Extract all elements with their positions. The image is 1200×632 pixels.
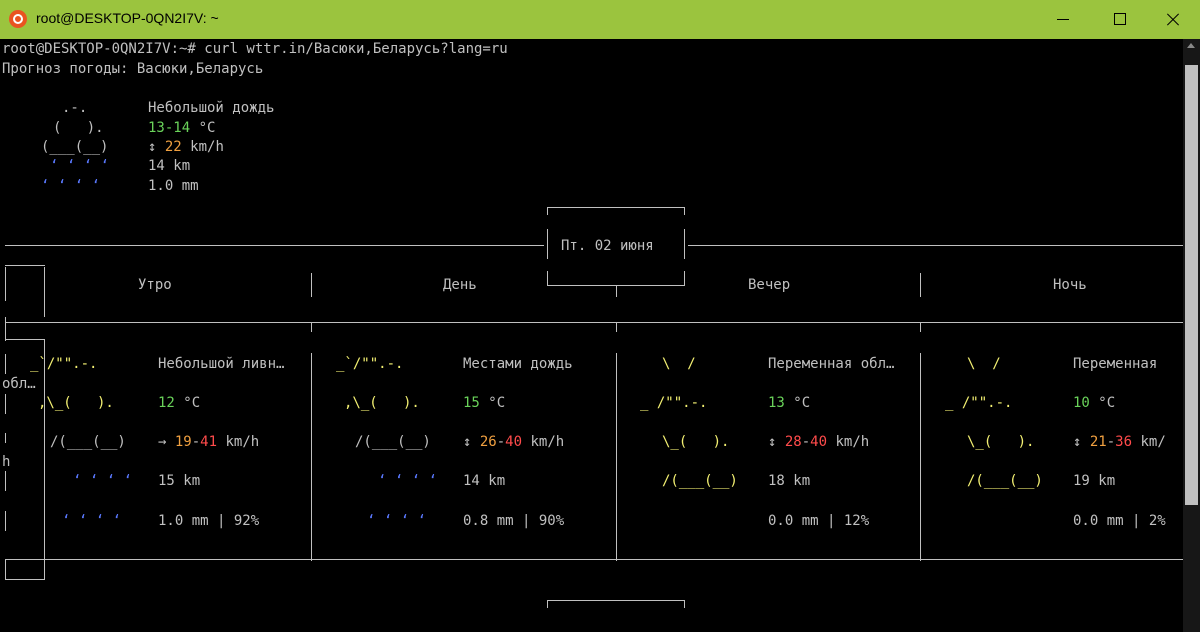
day-precip: 0.8 mm | 90% — [463, 513, 565, 529]
morning-art-line-3: /(___(__) — [50, 434, 126, 450]
day-label: Пт. 02 июня — [561, 238, 654, 254]
period-header-night: Ночь — [1053, 277, 1087, 293]
current-visibility: 14 km — [148, 158, 191, 174]
morning-art-line-4: ‘ ‘ ‘ ‘ — [73, 473, 133, 489]
command-prompt: root@DESKTOP-0QN2I7V:~# curl wttr.in/Вас… — [2, 41, 508, 57]
current-condition: Небольшой дождь — [148, 100, 275, 116]
current-precip: 1.0 mm — [148, 178, 199, 194]
forecast-title: Прогноз погоды: Васюки,Беларусь — [2, 61, 264, 77]
night-art-line-1: \ / — [967, 356, 1001, 372]
wind-direction-icon: ↕ — [148, 139, 157, 155]
morning-art-line-1: _`/"".-. — [30, 356, 98, 372]
day-art-line-1: _`/"".-. — [336, 356, 404, 372]
scroll-up-icon[interactable] — [1187, 43, 1195, 48]
evening-art-line-3: \_( ). — [662, 434, 730, 450]
evening-condition: Переменная обл… — [768, 356, 895, 372]
minimize-button[interactable] — [1038, 0, 1088, 39]
day-art-line-3: /(___(__) — [355, 434, 431, 450]
morning-temp: 12 °C — [158, 395, 201, 411]
maximize-button[interactable] — [1094, 0, 1144, 39]
ubuntu-icon — [9, 10, 27, 28]
day-wind: ↕ 26-40 km/h — [463, 434, 565, 450]
period-header-evening: Вечер — [748, 277, 791, 293]
terminal-output[interactable]: root@DESKTOP-0QN2I7V:~# curl wttr.in/Вас… — [0, 39, 1183, 632]
wind-direction-icon: ↕ — [463, 434, 472, 450]
evening-art-line-2: _ /"".-. — [640, 395, 708, 411]
day-temp: 15 °C — [463, 395, 506, 411]
current-art-line-4: ‘ ‘ ‘ ‘ — [50, 158, 110, 174]
wind-arrow-icon: → — [158, 434, 167, 450]
day-art-line-2: ,\_( ). — [344, 395, 420, 411]
night-art-line-4: /(___(__) — [967, 473, 1043, 489]
current-wind: ↕ 22 km/h — [148, 139, 224, 155]
wrapped-wind-fragment: h — [2, 454, 11, 470]
night-wind: ↕ 21-36 km/ — [1073, 434, 1166, 450]
wind-direction-icon: ↕ — [1073, 434, 1082, 450]
current-temp: 13-14 °C — [148, 120, 216, 136]
evening-precip: 0.0 mm | 12% — [768, 513, 870, 529]
evening-art-line-1: \ / — [662, 356, 696, 372]
close-button[interactable] — [1148, 0, 1198, 39]
day-visibility: 14 km — [463, 473, 506, 489]
morning-wind: → 19-41 km/h — [158, 434, 260, 450]
evening-visibility: 18 km — [768, 473, 811, 489]
current-art-line-5: ‘ ‘ ‘ ‘ — [41, 178, 101, 194]
day-condition: Местами дождь — [463, 356, 573, 372]
current-art-line-2: ( ). — [53, 120, 104, 136]
night-temp: 10 °C — [1073, 395, 1116, 411]
night-art-line-3: \_( ). — [967, 434, 1035, 450]
morning-art-line-5: ‘ ‘ ‘ ‘ — [62, 513, 122, 529]
current-art-line-1: .-. — [62, 100, 88, 116]
morning-precip: 1.0 mm | 92% — [158, 513, 260, 529]
wind-direction-icon: ↕ — [768, 434, 777, 450]
evening-temp: 13 °C — [768, 395, 811, 411]
morning-art-line-2: ,\_( ). — [38, 395, 114, 411]
night-condition: Переменная — [1073, 356, 1158, 372]
window-title: root@DESKTOP-0QN2I7V: ~ — [36, 10, 219, 26]
day-art-line-5: ‘ ‘ ‘ ‘ — [367, 513, 427, 529]
night-precip: 0.0 mm | 2% — [1073, 513, 1166, 529]
night-visibility: 19 km — [1073, 473, 1116, 489]
scrollbar-thumb[interactable] — [1185, 65, 1198, 505]
current-art-line-3: (___(__) — [41, 139, 109, 155]
wrapped-condition-fragment: обл… — [2, 376, 36, 392]
period-header-day: День — [443, 277, 477, 293]
evening-wind: ↕ 28-40 km/h — [768, 434, 870, 450]
morning-condition: Небольшой ливн… — [158, 356, 285, 372]
morning-visibility: 15 km — [158, 473, 201, 489]
vertical-scrollbar[interactable] — [1183, 39, 1200, 632]
window-titlebar: root@DESKTOP-0QN2I7V: ~ — [0, 0, 1200, 39]
day-art-line-4: ‘ ‘ ‘ ‘ — [378, 473, 438, 489]
night-art-line-2: _ /"".-. — [945, 395, 1013, 411]
evening-art-line-4: /(___(__) — [662, 473, 738, 489]
period-header-morning: Утро — [138, 277, 172, 293]
